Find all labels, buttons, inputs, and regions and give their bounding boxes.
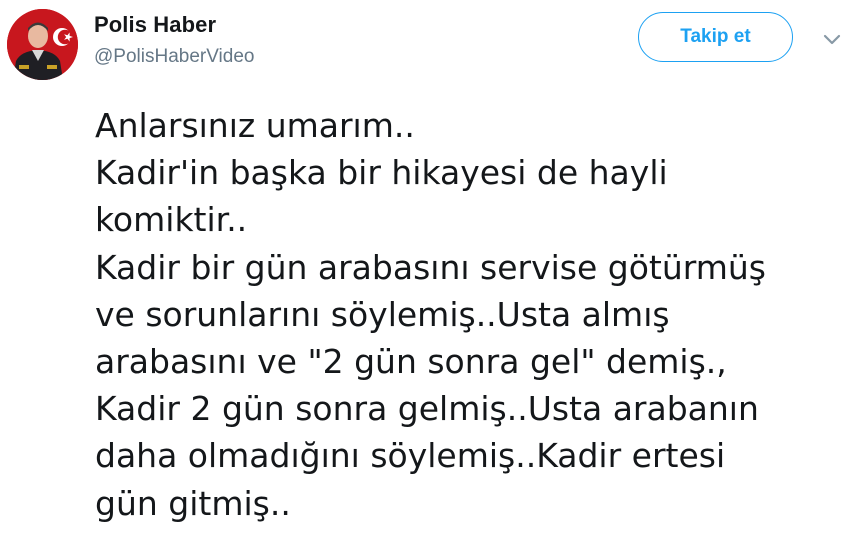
- tweet-text-line: daha olmadığını söylemiş..Kadir ertesi: [95, 436, 726, 476]
- tweet: Polis Haber @PolisHaberVideo Takip et An…: [0, 0, 855, 542]
- tweet-text-line: komiktir..: [95, 200, 248, 240]
- more-options-button[interactable]: [819, 26, 845, 52]
- follow-button[interactable]: Takip et: [638, 12, 793, 62]
- avatar[interactable]: [7, 9, 78, 80]
- tweet-text-line: Anlarsınız umarım..: [95, 106, 415, 145]
- tweet-text-line: Kadir 2 gün sonra gelmiş..Usta arabanın: [95, 389, 759, 429]
- tweet-text-line: Kadir'in başka bir hikayesi de hayli: [95, 153, 668, 193]
- tweet-text-line: gün gitmiş..: [95, 483, 291, 523]
- tweet-text-line: ve sorunlarını söylemiş..Usta almış: [95, 294, 670, 334]
- tweet-text-line: arabasını ve "2 gün sonra gel" demiş.,: [95, 342, 727, 382]
- tweet-text: Anlarsınız umarım.. Kadir'in başka bir h…: [95, 102, 850, 527]
- chevron-down-icon: [823, 34, 841, 45]
- display-name[interactable]: Polis Haber: [94, 12, 216, 38]
- tweet-text-line: Kadir bir gün arabasını servise götürmüş: [95, 247, 766, 287]
- tweet-header: Polis Haber @PolisHaberVideo Takip et: [0, 0, 855, 90]
- avatar-image: [7, 9, 78, 80]
- username[interactable]: @PolisHaberVideo: [94, 46, 254, 68]
